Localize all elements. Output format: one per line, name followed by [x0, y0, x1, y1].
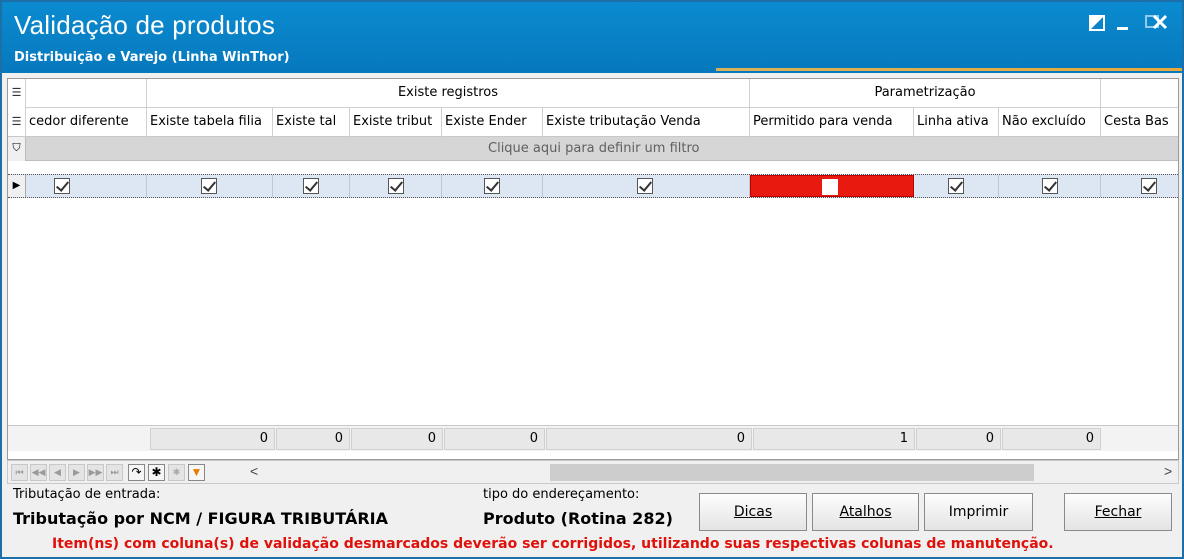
column-chooser-icon[interactable]: ☰ — [8, 108, 26, 137]
checkbox[interactable] — [822, 179, 838, 195]
fechar-button-label: Fechar — [1094, 504, 1142, 520]
table-cell[interactable] — [543, 175, 750, 197]
filter-icon: ⛉ — [8, 137, 26, 161]
endereco-label: tipo do endereçamento: — [483, 487, 640, 502]
imprimir-button[interactable]: Imprimir — [924, 493, 1033, 531]
scrollbar-thumb[interactable] — [550, 464, 1034, 481]
table-cell[interactable] — [26, 175, 147, 197]
total-cell: 1 — [753, 428, 915, 450]
scroll-right-icon[interactable]: > — [1164, 463, 1172, 479]
table-cell[interactable] — [147, 175, 273, 197]
checkbox[interactable] — [201, 178, 217, 194]
table-cell[interactable] — [999, 175, 1101, 197]
grid-navigator: ⏮ ◀◀ ◀ ▶ ▶▶ ⏭ ↷ ✱ ✱ ▼ < > — [7, 460, 1179, 484]
checkbox[interactable] — [1042, 178, 1058, 194]
checkbox[interactable] — [303, 178, 319, 194]
total-cell: 0 — [150, 428, 275, 450]
next-icon[interactable]: ▶ — [68, 464, 85, 481]
total-cell: 0 — [916, 428, 1001, 450]
horizontal-scrollbar[interactable]: < > — [250, 463, 1176, 482]
column-header[interactable]: Linha ativa — [914, 108, 999, 137]
band-parametrizacao[interactable]: Parametrização — [750, 79, 1101, 108]
checkbox[interactable] — [484, 178, 500, 194]
grid-header: ☰ Existe registros Parametrização ☰ cedo… — [8, 79, 1178, 137]
title-bar: Validação de produtos Distribuição e Var… — [2, 2, 1182, 73]
dicas-button[interactable]: Dicas — [699, 493, 807, 531]
checkbox[interactable] — [948, 178, 964, 194]
app-window: Validação de produtos Distribuição e Var… — [0, 0, 1184, 559]
prev-page-icon[interactable]: ◀◀ — [30, 464, 47, 481]
band-header — [26, 79, 147, 108]
first-icon[interactable]: ⏮ — [11, 464, 28, 481]
column-header[interactable]: Cesta Bas — [1101, 108, 1178, 137]
table-cell-invalid[interactable] — [750, 175, 914, 197]
band-header-row: ☰ Existe registros Parametrização — [8, 79, 1178, 108]
endereco-value: Produto (Rotina 282) — [483, 509, 673, 528]
checkbox[interactable] — [388, 178, 404, 194]
total-cell: 0 — [276, 428, 350, 450]
validation-grid: ☰ Existe registros Parametrização ☰ cedo… — [7, 78, 1179, 460]
filter-hint: Clique aqui para definir um filtro — [488, 141, 700, 156]
bottom-panel: Tributação de entrada: Tributação por NC… — [7, 484, 1179, 557]
imprimir-button-label: Imprimir — [948, 504, 1009, 520]
fechar-button[interactable]: Fechar — [1064, 493, 1172, 531]
warning-message: Item(ns) com coluna(s) de validação desm… — [52, 536, 1054, 552]
last-icon[interactable]: ⏭ — [106, 464, 123, 481]
atalhos-button[interactable]: Atalhos — [812, 493, 919, 531]
column-header[interactable]: Existe tabela filia — [147, 108, 273, 137]
next-page-icon[interactable]: ▶▶ — [87, 464, 104, 481]
column-header[interactable]: Existe tribut — [350, 108, 442, 137]
atalhos-button-label: Atalhos — [839, 504, 892, 520]
refresh-icon[interactable]: ↷ — [128, 464, 145, 481]
title-accent-line — [716, 68, 1182, 71]
table-row[interactable]: ▶ — [8, 174, 1178, 198]
scroll-left-icon[interactable]: < — [250, 463, 258, 479]
filter-row[interactable]: ⛉ Clique aqui para definir um filtro — [8, 137, 1178, 161]
table-cell[interactable] — [1101, 175, 1178, 197]
column-header[interactable]: Existe tributação Venda — [543, 108, 750, 137]
total-cell: 0 — [444, 428, 545, 450]
band-header — [1101, 79, 1178, 108]
minimize-icon[interactable] — [1117, 27, 1128, 30]
restore-icon[interactable] — [1089, 15, 1105, 31]
column-header[interactable]: Não excluído — [999, 108, 1101, 137]
close-icon[interactable] — [1152, 14, 1168, 30]
checkbox[interactable] — [1141, 178, 1157, 194]
column-header[interactable]: cedor diferente — [26, 108, 147, 137]
column-header[interactable]: Existe Ender — [442, 108, 543, 137]
filter-icon[interactable]: ▼ — [188, 464, 205, 481]
dicas-button-label: Dicas — [733, 504, 773, 520]
entrada-value: Tributação por NCM / FIGURA TRIBUTÁRIA — [13, 509, 388, 528]
prev-icon[interactable]: ◀ — [49, 464, 66, 481]
row-pointer-icon: ▶ — [8, 175, 26, 197]
insert-icon[interactable]: ✱ — [148, 464, 165, 481]
column-header[interactable]: Permitido para venda — [750, 108, 914, 137]
entrada-label: Tributação de entrada: — [13, 487, 161, 502]
table-cell[interactable] — [350, 175, 442, 197]
delete-icon[interactable]: ✱ — [168, 464, 185, 481]
table-cell[interactable] — [914, 175, 999, 197]
window-subtitle: Distribuição e Varejo (Linha WinThor) — [14, 50, 290, 65]
band-existe-registros[interactable]: Existe registros — [147, 79, 750, 108]
column-chooser-icon[interactable]: ☰ — [8, 79, 26, 108]
checkbox[interactable] — [54, 178, 70, 194]
totals-row: 0 0 0 0 0 1 0 0 — [8, 425, 1178, 451]
window-title: Validação de produtos — [14, 10, 276, 40]
checkbox[interactable] — [637, 178, 653, 194]
total-cell: 0 — [546, 428, 752, 450]
column-header[interactable]: Existe tal — [273, 108, 350, 137]
column-header-row: ☰ cedor diferente Existe tabela filia Ex… — [8, 108, 1178, 137]
total-cell: 0 — [351, 428, 443, 450]
table-cell[interactable] — [273, 175, 350, 197]
table-cell[interactable] — [442, 175, 543, 197]
total-cell: 0 — [1002, 428, 1101, 450]
